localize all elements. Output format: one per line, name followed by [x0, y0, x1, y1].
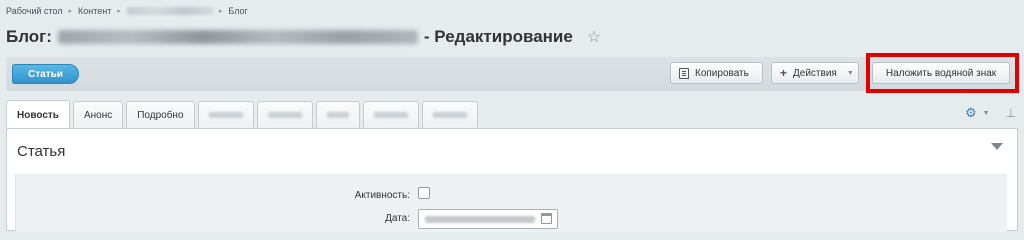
articles-button[interactable]: Статьи — [12, 64, 79, 84]
collapse-triangle-icon[interactable] — [991, 143, 1003, 150]
pin-icon[interactable]: ⊥ — [1006, 106, 1016, 120]
copy-button[interactable]: Копировать — [670, 62, 763, 84]
breadcrumb: Рабочий стол ▸ Контент ▸ ▸ Блог — [6, 6, 248, 16]
copy-icon — [679, 67, 689, 79]
form-area: Активность: Дата: — [15, 174, 1007, 232]
gear-icon[interactable]: ⚙ — [965, 105, 977, 121]
calendar-icon[interactable] — [541, 213, 552, 224]
tab-blurred[interactable] — [197, 101, 254, 128]
tab-blurred[interactable] — [362, 101, 419, 128]
tab-blurred-label — [432, 112, 467, 118]
tab-blurred-label — [208, 112, 243, 118]
tab-bar: Новость Анонс Подробно — [6, 100, 478, 129]
date-value-blurred — [425, 216, 535, 223]
date-label: Дата: — [385, 213, 410, 224]
page-title: Блог: - Редактирование ☆ — [6, 27, 601, 47]
plus-icon: + — [780, 66, 788, 80]
active-label: Активность: — [354, 190, 410, 201]
breadcrumb-content[interactable]: Контент — [78, 6, 111, 16]
tab-blurred[interactable] — [315, 101, 360, 128]
chevron-down-icon: ▼ — [846, 69, 854, 77]
tab-details[interactable]: Подробно — [126, 101, 195, 128]
tab-blurred-label — [267, 112, 302, 118]
breadcrumb-separator-icon: ▸ — [68, 8, 73, 15]
tab-news[interactable]: Новость — [6, 100, 70, 129]
active-checkbox[interactable] — [418, 187, 430, 199]
favorite-star-icon[interactable]: ☆ — [587, 27, 601, 47]
tab-blurred[interactable] — [421, 101, 478, 128]
tab-announce[interactable]: Анонс — [72, 101, 124, 128]
breadcrumb-separator-icon: ▸ — [117, 8, 121, 15]
page-title-blurred-name — [57, 30, 418, 44]
page-title-prefix: Блог: — [6, 27, 52, 46]
breadcrumb-desktop[interactable]: Рабочий стол — [6, 6, 63, 16]
highlight-box — [866, 53, 1019, 93]
tab-tools: ⚙ ▼ ⊥ — [965, 105, 1016, 121]
breadcrumb-separator-icon: ▸ — [218, 8, 223, 15]
page-title-suffix: - Редактирование — [423, 27, 573, 46]
article-panel: Статья Активность: Дата: — [6, 128, 1018, 232]
actions-button-label: Действия — [793, 67, 837, 79]
panel-title: Статья — [17, 143, 66, 160]
breadcrumb-blurred-item[interactable] — [126, 7, 213, 15]
breadcrumb-blog[interactable]: Блог — [228, 6, 247, 16]
chevron-down-icon[interactable]: ▼ — [983, 110, 990, 117]
tab-blurred-label — [373, 112, 408, 118]
actions-button[interactable]: + Действия ▼ — [771, 62, 859, 84]
copy-button-label: Копировать — [695, 67, 749, 79]
date-input[interactable] — [418, 209, 558, 229]
tab-blurred[interactable] — [256, 101, 313, 128]
tab-blurred-label — [326, 112, 349, 118]
